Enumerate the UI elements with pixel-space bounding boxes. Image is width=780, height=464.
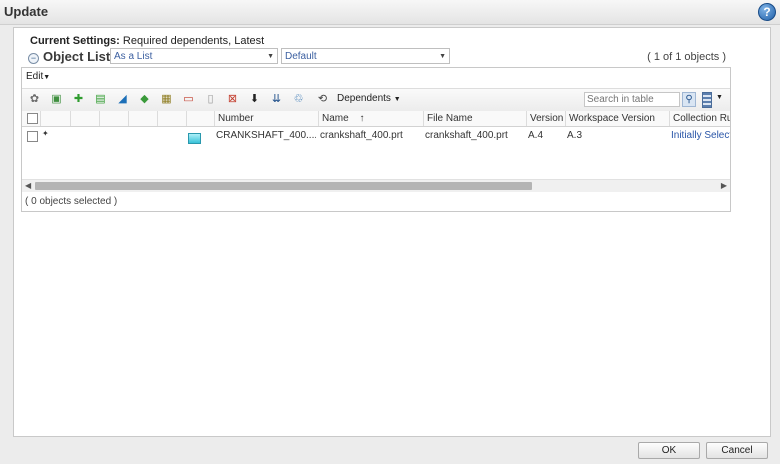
search-icon[interactable]: ⚲ — [682, 92, 696, 107]
cell-version: A.4 — [528, 130, 544, 141]
column-header-collection-rule[interactable]: Collection Rule — [669, 111, 730, 126]
dialog-content: Current Settings: Required dependents, L… — [13, 27, 771, 437]
column-header-file-name[interactable]: File Name — [423, 111, 526, 126]
object-list-panel: Edit▼ ✿ ▣ ✚ ▤ ◢ ◆ ▦ ▭ ▯ ⊠ ⬇ ⇊ ♲ ⟲ Depend… — [21, 67, 731, 212]
table-row[interactable]: CRANKSHAFT_400.... crankshaft_400.prt cr… — [22, 127, 730, 145]
table-icon[interactable]: ▦ — [160, 93, 173, 106]
column-header-version[interactable]: Version — [526, 111, 565, 126]
table-header: Number Name ↑ File Name Version Workspac… — [22, 111, 730, 127]
column-header-workspace-version[interactable]: Workspace Version — [565, 111, 669, 126]
scroll-right-icon[interactable]: ▶ — [721, 180, 727, 192]
cell-collection-rule[interactable]: Initially Selected — [671, 130, 730, 141]
merge-icon[interactable]: ⇊ — [270, 93, 283, 106]
collapse-icon[interactable]: − — [28, 53, 39, 64]
scroll-left-icon[interactable]: ◀ — [25, 180, 31, 192]
select-all-checkbox[interactable] — [27, 113, 38, 124]
cell-workspace-version: A.3 — [567, 130, 583, 141]
object-count: ( 1 of 1 objects ) — [647, 51, 726, 63]
filter-select-value: Default — [285, 51, 317, 62]
filter-select[interactable]: Default ▼ — [281, 48, 450, 64]
download-icon[interactable]: ⬇ — [248, 93, 261, 106]
table-toolbar: ✿ ▣ ✚ ▤ ◢ ◆ ▦ ▭ ▯ ⊠ ⬇ ⇊ ♲ ⟲ Dependents ▼… — [22, 88, 730, 112]
remove-icon[interactable]: ▤ — [94, 93, 107, 106]
ok-button[interactable]: OK — [638, 442, 700, 459]
cell-file-name: crankshaft_400.prt — [425, 130, 508, 141]
caret-down-icon: ▼ — [43, 74, 51, 81]
dependents-menu[interactable]: Dependents ▼ — [337, 93, 401, 104]
horizontal-scrollbar[interactable]: ◀ ▶ — [22, 179, 730, 192]
chevron-down-icon: ▼ — [267, 53, 274, 60]
table-view-icon[interactable] — [702, 92, 712, 108]
expand-dependents-icon[interactable]: ✦ — [42, 129, 49, 138]
current-settings-label: Current Settings: — [30, 35, 120, 47]
refresh-icon[interactable]: ⟲ — [316, 93, 329, 106]
gear-icon[interactable]: ✿ — [28, 93, 41, 106]
current-settings: Current Settings: Required dependents, L… — [30, 35, 264, 47]
cell-number[interactable]: CRANKSHAFT_400.... — [216, 130, 316, 141]
window-title: Update — [4, 4, 49, 19]
caret-down-icon[interactable]: ▼ — [716, 94, 723, 101]
edit-menu-label: Edit — [26, 71, 44, 82]
scroll-thumb[interactable] — [35, 182, 532, 190]
insert-icon[interactable]: ▣ — [50, 93, 63, 106]
current-settings-value: Required dependents, Latest — [122, 35, 265, 47]
help-icon[interactable]: ? — [758, 3, 776, 21]
edit-menu[interactable]: Edit▼ — [26, 71, 50, 82]
search-input[interactable] — [584, 92, 680, 107]
column-header-name[interactable]: Name ↑ — [318, 111, 423, 126]
part-icon — [188, 133, 201, 144]
sort-ascending-icon: ↑ — [359, 113, 365, 124]
view-select[interactable]: As a List ▼ — [110, 48, 278, 64]
recycle-icon[interactable]: ♲ — [292, 93, 305, 106]
dependents-label: Dependents — [337, 93, 391, 104]
copy-icon[interactable]: ▯ — [204, 93, 217, 106]
selected-count: ( 0 objects selected ) — [25, 196, 118, 207]
tag-icon[interactable]: ◆ — [138, 93, 151, 106]
title-bar: Update ? — [0, 0, 780, 25]
cell-name[interactable]: crankshaft_400.prt — [320, 130, 420, 141]
view-select-value: As a List — [114, 51, 153, 62]
chart-icon[interactable]: ◢ — [116, 93, 129, 106]
object-list-title: Object List — [43, 49, 111, 64]
delete-icon[interactable]: ▭ — [182, 93, 195, 106]
caret-down-icon: ▼ — [393, 96, 401, 103]
chevron-down-icon: ▼ — [439, 53, 446, 60]
column-header-name-label: Name — [322, 113, 349, 124]
add-icon[interactable]: ✚ — [72, 93, 85, 106]
row-checkbox[interactable] — [27, 131, 38, 142]
cancel-button[interactable]: Cancel — [706, 442, 768, 459]
column-header-number[interactable]: Number — [214, 111, 318, 126]
cancel-icon[interactable]: ⊠ — [226, 93, 239, 106]
